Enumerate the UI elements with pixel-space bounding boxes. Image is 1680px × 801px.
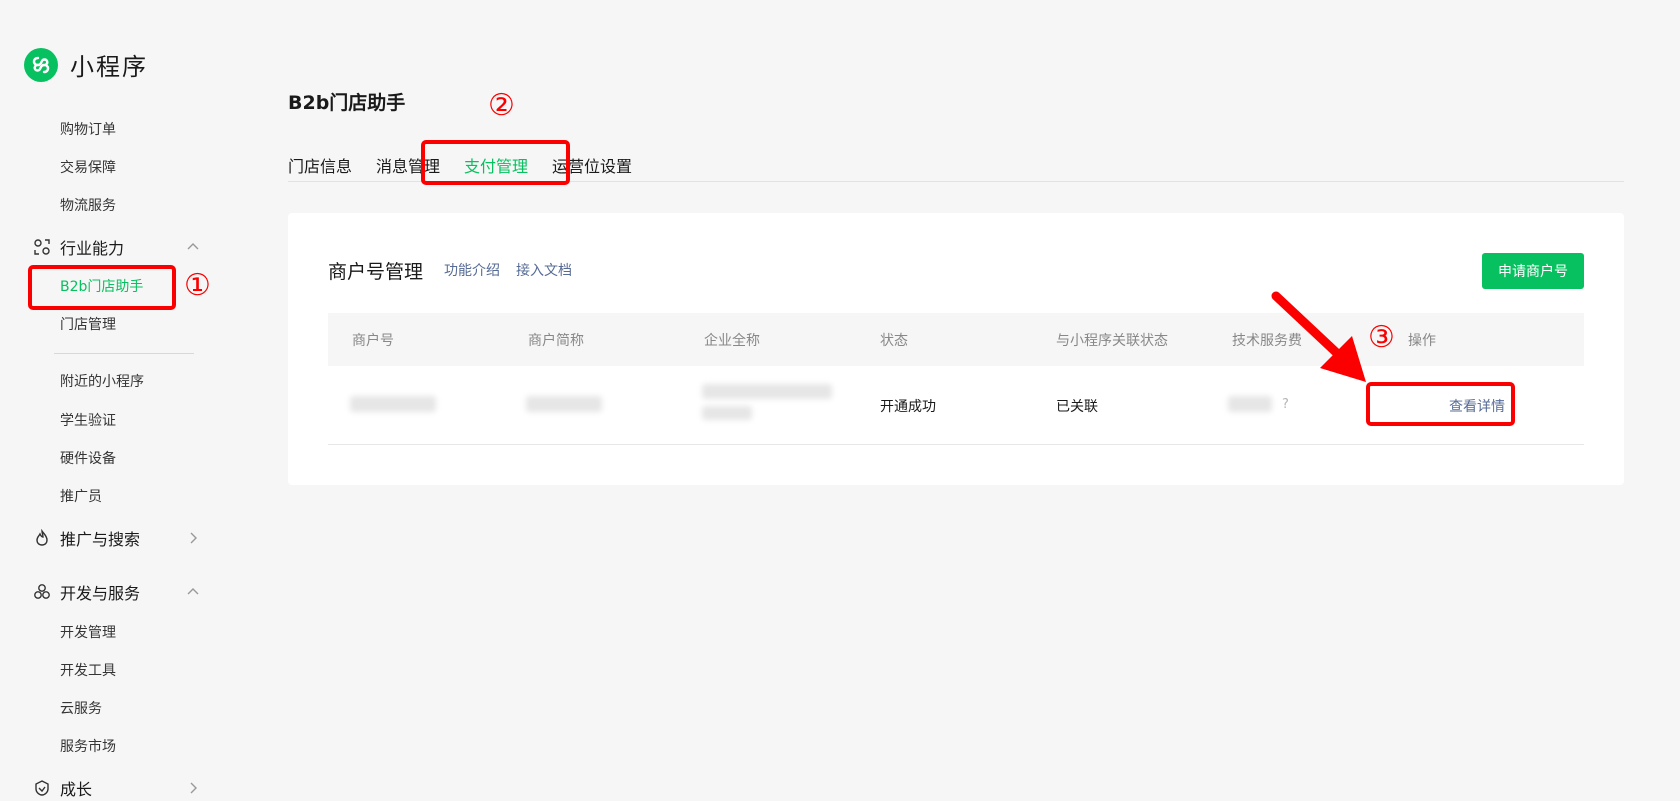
card-title: 商户号管理 [328,261,424,283]
chevron-right-icon [190,532,197,544]
sidebar-item-dev-tools[interactable]: 开发工具 [60,659,116,683]
page-title: B2b门店助手 [288,92,406,114]
table-header: 商户号 商户简称 企业全称 状态 与小程序关联状态 技术服务费 操作 [328,313,1584,366]
chevron-up-icon [187,588,199,595]
column-header: 企业全称 [704,333,760,349]
help-icon[interactable]: ? [1282,397,1289,412]
sidebar-group-dev-service[interactable]: 开发与服务 [32,579,202,605]
mini-program-logo-icon [24,47,58,82]
column-header: 商户简称 [528,333,584,349]
sidebar-item-dev-management[interactable]: 开发管理 [60,621,116,645]
annotation-step1: ① [184,268,211,303]
sidebar-group-industry[interactable]: 行业能力 [32,234,202,260]
apply-merchant-button[interactable]: 申请商户号 [1482,253,1584,289]
sidebar-group-label: 成长 [60,780,93,799]
promotion-icon [32,528,52,548]
sidebar-item-hardware-devices[interactable]: 硬件设备 [60,447,116,471]
sidebar-item-store-management[interactable]: 门店管理 [60,313,116,337]
sidebar-divider [54,353,194,354]
column-header: 状态 [880,333,908,349]
feature-intro-link[interactable]: 功能介绍 [444,260,500,280]
chevron-up-icon [187,243,199,250]
redacted-merchant-id [350,396,436,412]
sidebar: 小程序 购物订单 交易保障 物流服务 行业能力 B2b门店助手 门店管理 附近的… [0,0,240,800]
sidebar-item-logistics[interactable]: 物流服务 [60,194,116,218]
redacted-short-name [526,396,602,412]
sidebar-item-student-verification[interactable]: 学生验证 [60,409,116,433]
redacted-full-name [702,384,832,399]
annotation-step2: ② [488,88,515,123]
column-header: 与小程序关联状态 [1056,333,1168,349]
highlight-box-step2 [421,140,570,185]
sidebar-item-nearby-mini-programs[interactable]: 附近的小程序 [60,370,144,394]
status-cell: 开通成功 [880,399,936,415]
redacted-full-name [702,406,752,420]
red-arrow-icon [1271,291,1366,382]
sidebar-item-cloud-service[interactable]: 云服务 [60,697,102,721]
column-header: 商户号 [352,333,394,349]
link-status-cell: 已关联 [1056,399,1098,415]
chevron-right-icon [190,782,197,794]
column-header: 操作 [1408,333,1436,349]
sidebar-group-label: 推广与搜索 [60,530,141,549]
redacted-fee [1228,396,1272,412]
brand[interactable]: 小程序 [24,47,148,82]
sidebar-item-service-market[interactable]: 服务市场 [60,735,116,759]
brand-name: 小程序 [70,53,148,81]
highlight-box-step3 [1366,382,1515,426]
sidebar-group-growth[interactable]: 成长 [32,775,202,801]
sidebar-item-trade-protection[interactable]: 交易保障 [60,156,116,180]
industry-icon [32,237,52,257]
highlight-box-step1 [28,265,176,310]
sidebar-group-label: 开发与服务 [60,584,141,603]
sidebar-group-promotion-search[interactable]: 推广与搜索 [32,525,202,551]
sidebar-item-promoters[interactable]: 推广员 [60,485,102,509]
growth-icon [32,778,52,798]
sidebar-group-label: 行业能力 [60,239,125,258]
merchant-card: 商户号管理 功能介绍 接入文档 申请商户号 商户号 商户简称 企业全称 状态 与… [288,213,1624,485]
dev-service-icon [32,582,52,602]
integration-docs-link[interactable]: 接入文档 [516,260,572,280]
sidebar-item-shopping-orders[interactable]: 购物订单 [60,118,116,142]
tab-store-info[interactable]: 门店信息 [288,153,352,177]
